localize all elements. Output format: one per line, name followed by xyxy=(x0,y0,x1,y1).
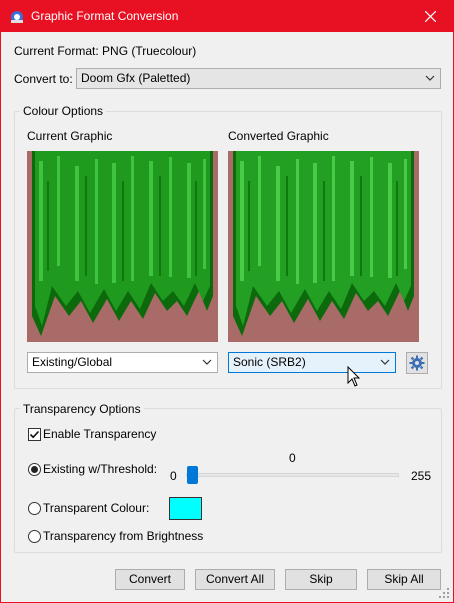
close-button[interactable] xyxy=(407,1,453,32)
brightness-label[interactable]: Transparency from Brightness xyxy=(43,529,203,543)
enable-transparency-label[interactable]: Enable Transparency xyxy=(43,427,156,441)
convert-to-label: Convert to: xyxy=(14,72,73,86)
slider-max-label: 255 xyxy=(411,469,432,483)
transparent-colour-label[interactable]: Transparent Colour: xyxy=(43,501,149,515)
convert-all-button[interactable]: Convert All xyxy=(195,569,275,590)
convert-to-dropdown[interactable]: Doom Gfx (Paletted) xyxy=(76,68,441,89)
close-icon xyxy=(425,11,436,22)
app-icon xyxy=(11,11,23,23)
colour-options-title: Colour Options xyxy=(20,104,107,118)
skip-all-button[interactable]: Skip All xyxy=(367,569,441,590)
threshold-slider-track[interactable] xyxy=(186,473,399,477)
threshold-radio[interactable] xyxy=(28,463,41,476)
convert-button[interactable]: Convert xyxy=(115,569,185,590)
brightness-radio[interactable] xyxy=(28,530,41,543)
skip-button[interactable]: Skip xyxy=(285,569,357,590)
mouse-cursor xyxy=(347,366,361,387)
transparency-options-title: Transparency Options xyxy=(20,402,144,416)
transparent-colour-swatch[interactable] xyxy=(169,497,202,520)
threshold-slider-thumb[interactable] xyxy=(187,466,198,484)
current-palette-value: Existing/Global xyxy=(32,355,113,369)
converted-graphic-preview xyxy=(228,151,419,342)
palette-settings-button[interactable] xyxy=(406,352,428,374)
transparent-colour-radio[interactable] xyxy=(28,502,41,515)
checkmark-icon xyxy=(29,430,40,439)
chevron-down-icon xyxy=(380,359,390,365)
current-palette-dropdown[interactable]: Existing/Global xyxy=(27,352,218,373)
threshold-label[interactable]: Existing w/Threshold: xyxy=(43,462,157,476)
current-graphic-preview xyxy=(27,151,218,342)
threshold-value: 0 xyxy=(289,451,296,465)
current-format-label: Current Format: PNG (Truecolour) xyxy=(14,44,197,58)
gear-icon xyxy=(409,355,425,371)
radio-selected-dot xyxy=(31,466,38,473)
target-palette-dropdown[interactable]: Sonic (SRB2) xyxy=(228,352,396,373)
title-bar[interactable]: Graphic Format Conversion xyxy=(1,1,453,32)
resize-grip-icon[interactable] xyxy=(438,587,450,599)
converted-graphic-label: Converted Graphic xyxy=(228,129,329,143)
current-graphic-label: Current Graphic xyxy=(27,129,113,143)
conversion-dialog: Graphic Format Conversion Current Format… xyxy=(0,0,454,603)
chevron-down-icon xyxy=(425,75,435,81)
enable-transparency-checkbox[interactable] xyxy=(28,428,41,441)
window-title: Graphic Format Conversion xyxy=(31,9,179,23)
chevron-down-icon xyxy=(202,359,212,365)
convert-to-value: Doom Gfx (Paletted) xyxy=(81,71,191,85)
slider-min-label: 0 xyxy=(170,469,177,483)
target-palette-value: Sonic (SRB2) xyxy=(233,355,306,369)
